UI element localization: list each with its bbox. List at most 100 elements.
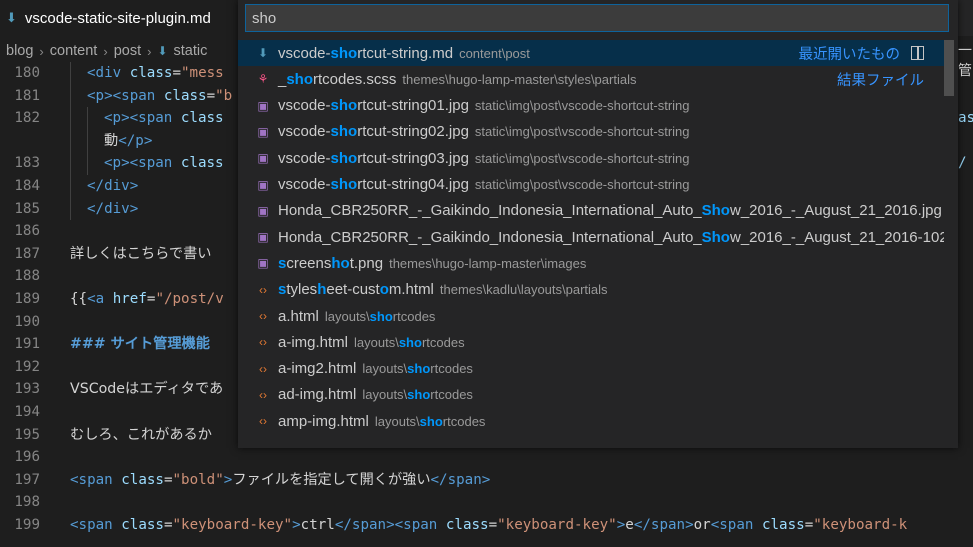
quick-open-input[interactable] [245, 4, 949, 32]
quick-open-result[interactable]: ▣ vscode-shortcut-string02.jpg static\img\… [238, 119, 944, 145]
html-icon: ‹› [259, 361, 267, 376]
line-number: 197 [14, 471, 40, 488]
code-token: = [206, 87, 216, 104]
code-text: </div> [87, 175, 138, 198]
code-text: <div class="mess [87, 62, 224, 85]
chevron-right-icon: › [103, 43, 108, 59]
quick-open-result[interactable]: ‹› a-img.html layouts\shortcodes [238, 329, 944, 355]
code-token: "bold" [172, 471, 224, 488]
file-name-part: rtcut-string03.jpg [357, 149, 469, 167]
html-icon: ‹› [259, 387, 267, 402]
quick-open-result[interactable]: ‹› a-img2.html layouts\shortcodes [238, 356, 944, 382]
quick-open-result[interactable]: ‹› a.html layouts\shortcodes [238, 303, 944, 329]
code-token: "mess [180, 65, 224, 81]
file-name-part: m.html [388, 281, 434, 299]
indent-guide [70, 84, 71, 108]
code-token: class [129, 65, 173, 81]
line-number: 196 [14, 449, 40, 466]
result-file-name: Honda_CBR250RR_-_Gaikindo_Indonesia_Inte… [278, 202, 942, 219]
line-number: 199 [14, 517, 40, 533]
result-file-path: static\img\post\vscode-shortcut-string [475, 124, 690, 139]
result-file-path: layouts\shortcodes [375, 414, 486, 429]
code-token: class [180, 110, 224, 127]
quick-open-result[interactable]: ‹› ad-img.html layouts\shortcodes [238, 382, 944, 408]
code-token: class [445, 517, 489, 533]
code-token: ファイルを指定して開くが強い [232, 471, 431, 488]
breadcrumb-item-file[interactable]: static [174, 43, 208, 59]
path-part: rtcodes [442, 413, 486, 429]
breadcrumb-item-post[interactable]: post [114, 43, 141, 59]
chevron-right-icon: › [147, 43, 152, 59]
path-part: rtcodes [421, 334, 465, 350]
match-highlight: sho [407, 387, 431, 403]
path-part: rtcodes [430, 361, 473, 377]
result-file-name: Honda_CBR250RR_-_Gaikindo_Indonesia_Inte… [278, 229, 944, 246]
code-token: <span [112, 87, 164, 104]
file-name-part: a-img2.html [278, 360, 357, 378]
chevron-right-icon: › [39, 43, 44, 59]
line-number: 187 [14, 245, 40, 262]
code-token: </div> [87, 178, 139, 194]
code-line: 198 [0, 491, 973, 514]
image-icon: ▣ [257, 203, 269, 218]
line-number: 185 [14, 200, 40, 217]
file-name-part: tyles [286, 281, 318, 299]
line-number: 186 [14, 223, 40, 240]
quick-open-result[interactable]: ▣ Honda_CBR250RR_-_Gaikindo_Indonesia_Int… [238, 224, 944, 250]
breadcrumb-item-content[interactable]: content [50, 43, 98, 59]
code-text: むしろ、これがあるか [70, 424, 212, 447]
quick-open-result[interactable]: ‹› amp-img.html layouts\shortcodes [238, 408, 944, 434]
code-token: ### サイト管理機能 [70, 336, 210, 353]
file-name-part: Honda_CBR250RR_-_Gaikindo_Indonesia_Inte… [278, 202, 702, 220]
indent-guide [87, 107, 88, 130]
html-icon: ‹› [259, 309, 267, 324]
match-highlight: sho [330, 149, 358, 167]
code-text-fragment: / [958, 155, 967, 172]
html-icon: ‹› [259, 335, 267, 350]
result-file-path: static\img\post\vscode-shortcut-string [475, 151, 690, 166]
file-name-part: a-img.html [278, 333, 349, 351]
code-line: 197 <span class="bold">ファイルを指定して開くが強い</sp… [0, 469, 973, 492]
file-name-part: rtcut-string04.jpg [357, 176, 469, 194]
code-text: 詳しくはこちらで書い [70, 243, 211, 266]
line-number: 195 [14, 426, 40, 443]
result-file-path: themes\hugo-lamp-master\styles\partials [402, 72, 636, 87]
result-file-name: screenshot.png [278, 255, 383, 272]
code-token: <p> [104, 155, 130, 172]
quick-open-result[interactable]: ▣ vscode-shortcut-string04.jpg static\img\… [238, 172, 944, 198]
code-token: <span [70, 471, 122, 488]
breadcrumb-item-blog[interactable]: blog [6, 43, 33, 59]
image-icon: ▣ [257, 256, 269, 271]
code-token: href [112, 291, 147, 307]
match-highlight: sho [330, 44, 358, 62]
match-highlight: ho [331, 254, 350, 272]
match-highlight: Sho [701, 202, 730, 220]
result-file-path: themes\hugo-lamp-master\images [389, 256, 586, 271]
quick-open-result[interactable]: ⚘ _shortcodes.scss themes\hugo-lamp-master… [238, 66, 944, 92]
code-text: VSCodeはエディタであ [70, 378, 223, 401]
quick-open-result[interactable]: ‹› stylesheet-custom.html themes\kadlu\lay… [238, 277, 944, 303]
open-to-side-icon[interactable] [911, 46, 924, 61]
quick-open-result[interactable]: ▣ vscode-shortcut-string03.jpg static\img\… [238, 145, 944, 171]
markdown-icon: ⬇ [6, 10, 17, 25]
editor-tab[interactable]: ⬇ vscode-static-site-plugin.md [0, 0, 250, 36]
scrollbar-thumb[interactable] [944, 40, 954, 96]
code-token: "keyboard-key" [172, 517, 293, 533]
path-part: static\img\post\vscode-shortcut-string [474, 150, 690, 166]
quick-open-result[interactable]: ⬇ vscode-shortcut-string.md content\post 最近… [238, 40, 944, 67]
code-token: ctrl [300, 517, 335, 533]
result-file-path: layouts\shortcodes [354, 335, 465, 350]
code-token: = [163, 471, 173, 488]
file-name-part: w_2016_-_August_21_2016-1024... [729, 228, 944, 246]
file-name-part: a.html [278, 307, 319, 325]
path-part: static\img\post\vscode-shortcut-string [474, 98, 690, 114]
quick-open-result[interactable]: ▣ Honda_CBR250RR_-_Gaikindo_Indonesia_Int… [238, 198, 944, 224]
file-name-part: Honda_CBR250RR_-_Gaikindo_Indonesia_Inte… [278, 228, 702, 246]
quick-open-result[interactable]: ▣ screenshot.png themes\hugo-lamp-master\i… [238, 250, 944, 276]
image-icon: ▣ [257, 230, 269, 245]
quick-open-result[interactable]: ▣ vscode-shortcut-string01.jpg static\img\… [238, 93, 944, 119]
result-file-path: layouts\shortcodes [362, 361, 473, 376]
indent-guide [70, 152, 71, 175]
code-token: </div> [87, 200, 139, 217]
code-text: <p><span class [104, 107, 224, 130]
